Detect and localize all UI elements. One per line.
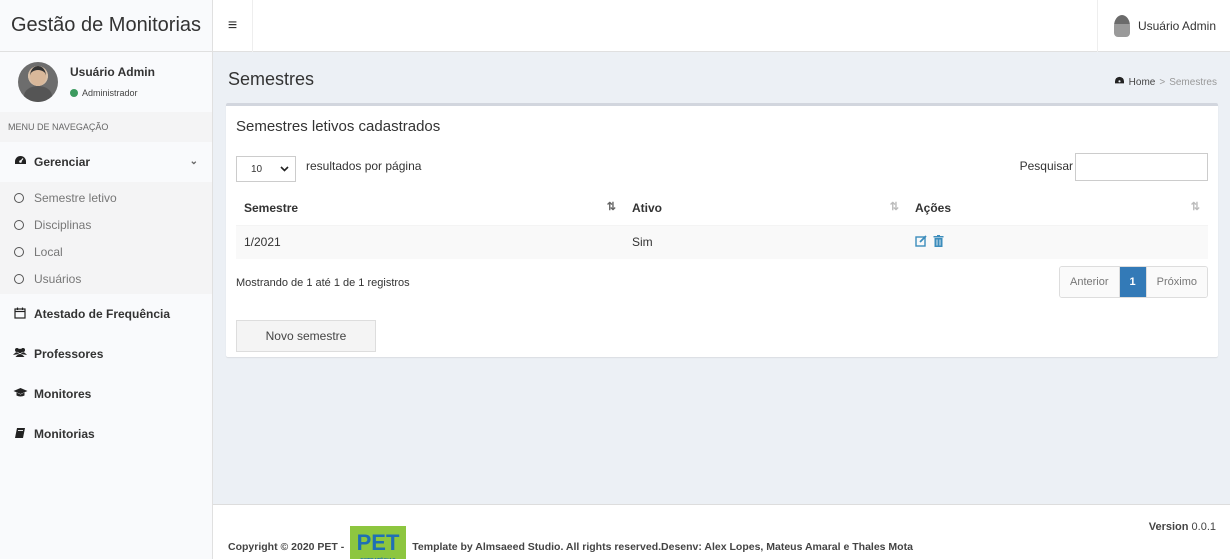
user-avatar-small xyxy=(1113,15,1130,37)
user-status: Administrador xyxy=(70,88,138,98)
calendar-icon xyxy=(12,307,28,322)
user-avatar xyxy=(18,62,58,102)
page-length-label: resultados por página xyxy=(306,159,422,173)
sidebar-item-gerenciar[interactable]: Gerenciar ⌄ xyxy=(0,142,212,182)
sort-icon: ⇅ xyxy=(1190,201,1200,213)
sort-asc-icon: ⇅ xyxy=(606,201,616,213)
breadcrumb-current: Semestres xyxy=(1169,76,1217,88)
column-header-ativo[interactable]: Ativo ⇅ xyxy=(624,191,907,226)
menu-header: MENU DE NAVEGAÇÃO xyxy=(0,112,212,142)
top-navbar: ≡ Usuário Admin xyxy=(213,0,1230,52)
chevron-down-icon: ⌄ xyxy=(189,156,198,167)
edit-icon[interactable] xyxy=(915,235,931,250)
semestres-table: Semestre ⇅ Ativo ⇅ Ações ⇅ 1/2021 Sim xyxy=(236,191,1208,259)
novo-semestre-button[interactable]: Novo semestre xyxy=(236,320,376,352)
footer-copyright: Copyright © 2020 PET - xyxy=(228,541,345,553)
chevron-down-icon xyxy=(280,164,289,175)
sidebar-item-professores[interactable]: Professores xyxy=(0,334,212,374)
dashboard-icon xyxy=(1114,76,1125,88)
table-info: Mostrando de 1 até 1 de 1 registros xyxy=(236,277,410,289)
sidebar-item-monitorias[interactable]: Monitorias xyxy=(0,414,212,454)
pagination-next-button[interactable]: Próximo xyxy=(1145,267,1207,297)
search-label: Pesquisar xyxy=(1019,159,1073,173)
sidebar-item-atestado[interactable]: Atestado de Frequência xyxy=(0,294,212,334)
trash-icon[interactable] xyxy=(933,234,944,250)
sort-icon: ⇅ xyxy=(889,201,899,213)
sidebar-item-label: Gerenciar xyxy=(34,155,91,169)
page-length-value: 10 xyxy=(251,163,263,175)
table-row: 1/2021 Sim xyxy=(236,224,1208,259)
submenu-gerenciar: Semestre letivo Disciplinas Local Usuári… xyxy=(0,182,212,294)
sidebar-item-label: Disciplinas xyxy=(34,217,92,232)
svg-text:PET: PET xyxy=(357,530,400,555)
page-title: Semestres xyxy=(228,69,315,89)
cell-acoes xyxy=(907,224,1208,259)
breadcrumb: Home > Semestres xyxy=(1114,76,1217,88)
users-icon xyxy=(12,347,28,361)
sidebar: Usuário Admin Administrador MENU DE NAVE… xyxy=(0,52,213,559)
pagination: Anterior 1 Próximo xyxy=(1059,266,1208,298)
table-header-row: Semestre ⇅ Ativo ⇅ Ações ⇅ xyxy=(236,191,1208,226)
cell-ativo: Sim xyxy=(624,224,907,259)
sidebar-user-name: Usuário Admin xyxy=(70,65,155,79)
sidebar-item-label: Professores xyxy=(34,347,104,361)
navbar-user-menu[interactable]: Usuário Admin xyxy=(1096,0,1230,52)
footer: Copyright © 2020 PET - PET ESTRATÉGIAS T… xyxy=(213,504,1230,559)
circle-icon xyxy=(14,273,24,284)
sidebar-item-disciplinas[interactable]: Disciplinas xyxy=(0,211,212,238)
circle-icon xyxy=(14,192,24,203)
pagination-page-1[interactable]: 1 xyxy=(1119,267,1146,297)
online-status-icon xyxy=(70,89,78,97)
sidebar-item-usuarios[interactable]: Usuários xyxy=(0,265,212,292)
box-title: Semestres letivos cadastrados xyxy=(236,118,441,135)
sidebar-item-label: Monitorias xyxy=(34,427,95,441)
sidebar-item-label: Semestre letivo xyxy=(34,190,117,205)
version-label: Version xyxy=(1148,521,1189,533)
circle-icon xyxy=(14,219,24,230)
navbar-user-name: Usuário Admin xyxy=(1137,19,1216,33)
page-length-select[interactable]: 10 xyxy=(236,156,296,182)
circle-icon xyxy=(14,246,24,257)
version-info: Version 0.0.1 xyxy=(1149,521,1216,533)
version-value: 0.0.1 xyxy=(1191,521,1216,533)
user-panel: Usuário Admin Administrador xyxy=(0,52,212,112)
sidebar-item-label: Local xyxy=(34,244,63,259)
footer-text: Copyright © 2020 PET - PET ESTRATÉGIAS T… xyxy=(228,526,913,559)
column-header-semestre[interactable]: Semestre ⇅ xyxy=(236,191,624,226)
app-logo[interactable]: Gestão de Monitorias xyxy=(0,0,213,52)
graduation-cap-icon xyxy=(12,387,28,401)
column-header-acoes[interactable]: Ações ⇅ xyxy=(907,191,1208,226)
hamburger-icon: ≡ xyxy=(227,17,238,34)
footer-credits: Template by Almsaeed Studio. All rights … xyxy=(412,541,913,553)
app-logo-title: Gestão de Monitorias xyxy=(10,14,202,36)
semestres-box: Semestres letivos cadastrados 10 resulta… xyxy=(226,103,1218,357)
sidebar-toggle-button[interactable]: ≡ xyxy=(213,0,253,52)
sidebar-item-label: Usuários xyxy=(34,271,82,286)
user-role: Administrador xyxy=(82,88,138,98)
sidebar-item-label: Monitores xyxy=(34,387,92,401)
dashboard-icon xyxy=(12,155,28,169)
book-icon xyxy=(12,427,28,442)
search-input[interactable] xyxy=(1075,153,1208,181)
sidebar-item-monitores[interactable]: Monitores xyxy=(0,374,212,414)
pet-logo: PET ESTRATÉGIAS xyxy=(348,522,408,559)
cell-semestre: 1/2021 xyxy=(236,224,624,259)
sidebar-item-label: Atestado de Frequência xyxy=(34,307,171,321)
sidebar-item-local[interactable]: Local xyxy=(0,238,212,265)
breadcrumb-home-link[interactable]: Home xyxy=(1129,77,1156,88)
sidebar-item-semestre-letivo[interactable]: Semestre letivo xyxy=(0,184,212,211)
breadcrumb-separator: > xyxy=(1159,76,1166,88)
pagination-prev-button[interactable]: Anterior xyxy=(1060,267,1120,297)
